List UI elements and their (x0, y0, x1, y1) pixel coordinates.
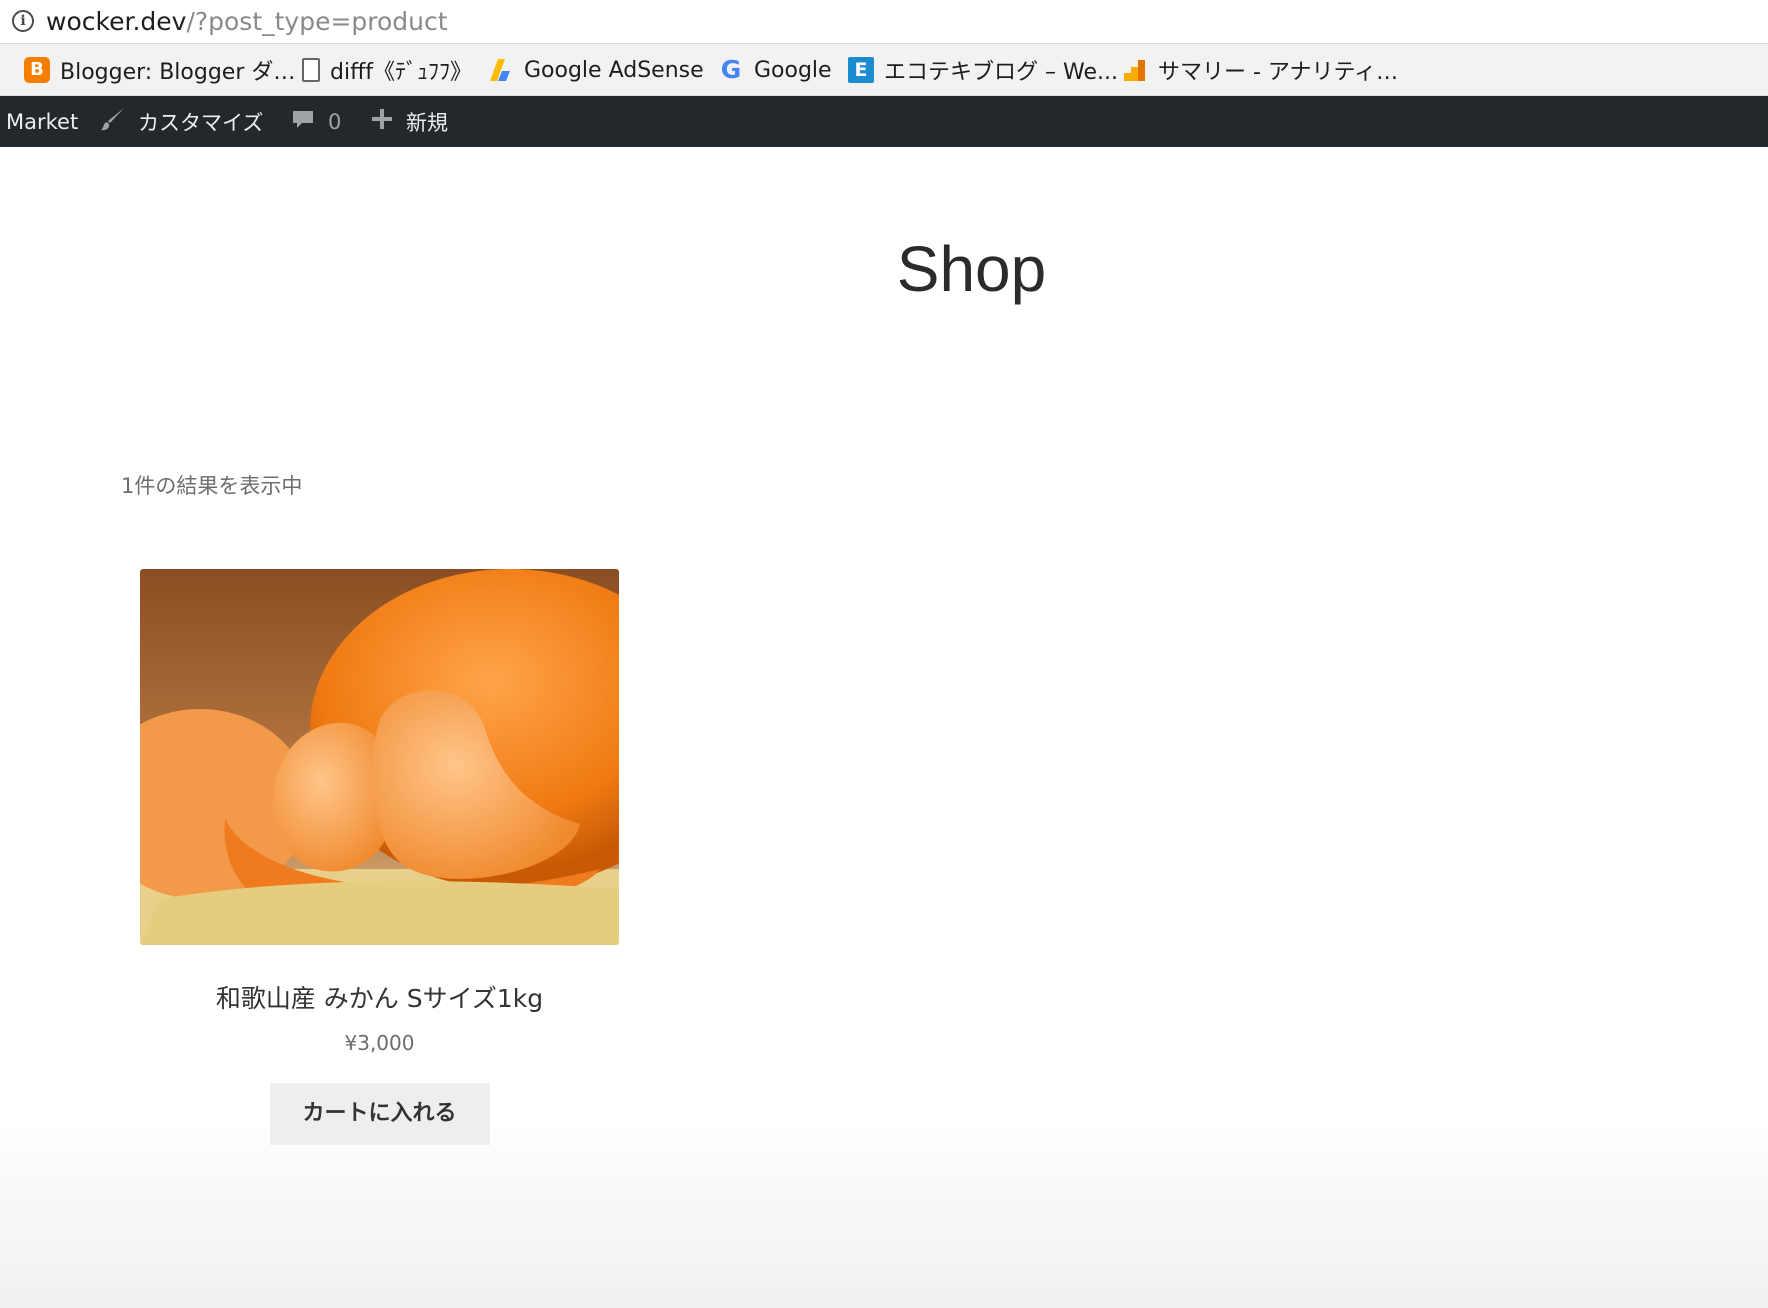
bookmark-label: Google AdSense (524, 57, 704, 83)
bookmark-label: Blogger: Blogger ダ… (60, 60, 296, 85)
admin-site-name[interactable]: Market (6, 96, 78, 147)
product-price: ¥3,000 (344, 1031, 415, 1055)
bookmark-analytics[interactable]: サマリー - アナリティ… (1122, 55, 1398, 85)
new-label: 新規 (406, 110, 448, 135)
info-icon[interactable]: i (12, 10, 34, 32)
bookmarks-bar: Blogger: Blogger ダ… difff《ﾃﾞｭﾌﾌ》 Google … (0, 44, 1768, 96)
bookmark-google[interactable]: G Google (718, 55, 832, 85)
wp-admin-bar: Market カスタマイズ 0 新規 (0, 96, 1768, 147)
url-path: /?post_type=product (186, 7, 448, 36)
bookmark-label: Google (754, 57, 832, 83)
admin-new[interactable]: 新規 (370, 96, 448, 147)
url-host: wocker.dev (46, 7, 187, 36)
page-title: Shop (896, 233, 1047, 305)
comments-count: 0 (328, 109, 342, 134)
customize-label: カスタマイズ (138, 110, 264, 135)
result-count: 1件の結果を表示中 (121, 474, 303, 498)
brush-icon (100, 106, 126, 137)
url-field[interactable]: wocker.dev/?post_type=product (46, 6, 448, 38)
document-icon (302, 58, 320, 82)
adsense-icon (488, 57, 514, 83)
admin-comments[interactable]: 0 (290, 96, 341, 147)
admin-customize[interactable]: カスタマイズ (100, 96, 263, 147)
bottom-fade (0, 1120, 1768, 1308)
product-image[interactable] (140, 569, 619, 945)
blogger-icon (24, 57, 50, 83)
product-title[interactable]: 和歌山産 みかん Sサイズ1kg (140, 979, 619, 1015)
comment-icon (290, 106, 316, 137)
bookmark-difff[interactable]: difff《ﾃﾞｭﾌﾌ》 (302, 55, 472, 85)
site-name-label: Market (6, 109, 79, 134)
address-bar[interactable]: i wocker.dev/?post_type=product (0, 0, 1768, 44)
bookmark-adsense[interactable]: Google AdSense (488, 55, 704, 85)
bookmark-label: エコテキブログ – We... (884, 60, 1118, 85)
analytics-icon (1122, 57, 1148, 83)
plus-icon (370, 107, 394, 136)
bookmark-blogger[interactable]: Blogger: Blogger ダ… (24, 55, 295, 85)
product-card: 和歌山産 みかん Sサイズ1kg ¥3,000 カートに入れる (140, 569, 619, 1145)
bookmark-label: difff《ﾃﾞｭﾌﾌ》 (330, 60, 472, 85)
google-icon: G (720, 55, 742, 84)
e-icon: E (848, 57, 874, 83)
bookmark-label: サマリー - アナリティ… (1158, 60, 1399, 85)
bookmark-ecoteki[interactable]: E エコテキブログ – We... (848, 55, 1118, 85)
